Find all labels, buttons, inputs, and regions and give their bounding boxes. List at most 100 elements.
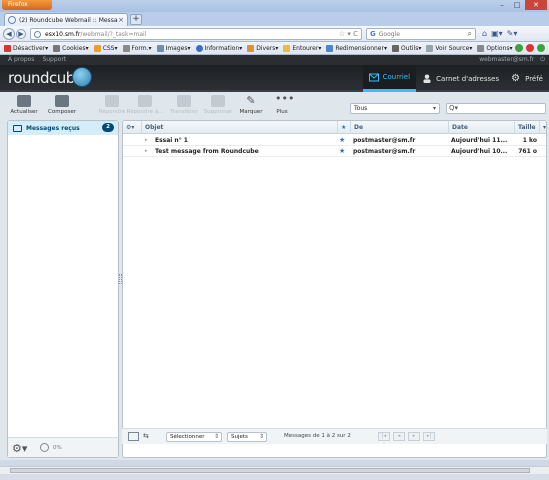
window-titlebar: Firefox – □ ✕ xyxy=(0,0,549,12)
bookmark-item[interactable]: Redimensionner ▾ xyxy=(326,44,387,52)
message-date: Aujourd'hui 11... xyxy=(451,137,508,144)
bookmark-item[interactable]: Voir Source ▾ xyxy=(426,44,472,52)
bookmark-item[interactable]: Désactiver ▾ xyxy=(4,44,48,52)
column-subject[interactable]: Objet xyxy=(141,121,337,134)
compose-icon xyxy=(55,95,69,107)
tab-close-icon[interactable]: × xyxy=(118,16,124,24)
column-from[interactable]: De xyxy=(350,121,448,134)
window-controls: – □ ✕ xyxy=(494,0,547,11)
new-tab-button[interactable]: + xyxy=(130,14,142,25)
about-link[interactable]: À propos xyxy=(8,56,34,63)
bookmark-item[interactable]: Entourer ▾ xyxy=(283,44,321,52)
last-page-icon[interactable]: ▸| xyxy=(423,432,435,441)
message-from: postmaster@sm.fr xyxy=(353,137,416,144)
task-addressbook[interactable]: Carnet d'adresses xyxy=(416,65,505,92)
message-subject: Test message from Roundcube xyxy=(155,148,259,155)
support-link[interactable]: Support xyxy=(42,56,66,63)
search-icon[interactable]: ⌕ xyxy=(468,29,472,39)
task-mail[interactable]: Courriel xyxy=(362,65,417,92)
message-count: Messages de 1 à 2 sur 2 xyxy=(284,433,351,439)
column-size[interactable]: Taille xyxy=(514,121,539,134)
message-row[interactable]: ▸ Essai n° 1 ★ postmaster@sm.fr Aujourd'… xyxy=(123,135,546,146)
close-window-icon[interactable]: ✕ xyxy=(525,0,547,10)
css-icon xyxy=(93,44,101,52)
bookmark-item[interactable]: Cookies ▾ xyxy=(53,44,89,52)
first-page-icon[interactable]: |◂ xyxy=(378,432,390,441)
thread-toggle-icon[interactable]: ⇆ xyxy=(143,432,154,441)
url-bar[interactable]: esx10.sm.fr /webmail/?_task=mail ☆ ▾ C xyxy=(30,28,362,40)
scrollbar-thumb[interactable] xyxy=(10,468,530,473)
layout-toggle-icon[interactable] xyxy=(128,432,139,441)
roundcube-topline: À propos Support webmaster@sm.fr ⏻ xyxy=(0,55,549,65)
browser-statusbar xyxy=(0,474,549,480)
search-placeholder: Google xyxy=(378,30,400,38)
refresh-button[interactable]: Actualiser xyxy=(4,95,44,115)
message-row[interactable]: ▸ Test message from Roundcube ★ postmast… xyxy=(123,146,546,157)
form-icon xyxy=(122,44,130,52)
flag-star-icon[interactable]: ★ xyxy=(339,135,345,146)
username: webmaster@sm.fr xyxy=(479,56,535,63)
forward-mail-icon xyxy=(177,95,191,107)
select-menu[interactable]: Sélectionner xyxy=(166,432,222,442)
more-dots-icon: ••• xyxy=(275,92,295,105)
firefox-menu-button[interactable]: Firefox xyxy=(2,0,52,10)
threads-menu[interactable]: Sujets xyxy=(227,432,267,442)
more-button[interactable]: ••• Plus xyxy=(262,92,302,115)
flag-star-icon[interactable]: ★ xyxy=(339,146,345,157)
list-options-icon[interactable]: ⚙▾ xyxy=(123,121,141,134)
compose-button[interactable]: Composer xyxy=(42,95,82,115)
mail-icon xyxy=(368,73,379,81)
downloads-icon[interactable]: ▣▾ xyxy=(491,29,503,38)
mail-search-input[interactable]: Q▾ xyxy=(446,103,546,114)
bookmark-item[interactable]: Information ▾ xyxy=(195,44,242,52)
folder-footer: ⚙▾ 0% xyxy=(8,437,118,457)
back-icon[interactable]: ◀ xyxy=(3,28,15,40)
horizontal-scrollbar[interactable] xyxy=(0,466,549,474)
prev-page-icon[interactable]: ◂ xyxy=(393,432,405,441)
valid-check-icon[interactable] xyxy=(515,44,523,52)
roundcube-logo-icon xyxy=(72,67,92,87)
minimize-icon[interactable]: – xyxy=(495,0,509,10)
refresh-icon xyxy=(17,95,31,107)
column-date[interactable]: Date xyxy=(448,121,514,134)
filter-select[interactable]: Tous xyxy=(350,103,440,114)
bookmark-item[interactable]: Divers ▾ xyxy=(247,44,278,52)
bookmark-item[interactable]: Outils ▾ xyxy=(391,44,421,52)
folder-inbox[interactable]: Messages reçus 2 xyxy=(8,121,118,135)
web-developer-toolbar: Désactiver ▾ Cookies ▾ CSS ▾ Form. ▾ Images ▾… xyxy=(0,42,549,55)
message-date: Aujourd'hui 10... xyxy=(451,148,508,155)
outline-icon xyxy=(283,44,291,52)
maximize-icon[interactable]: □ xyxy=(510,0,524,10)
tab-strip: (2) Roundcube Webmail :: Messages reçus … xyxy=(0,12,549,26)
reply-icon xyxy=(105,95,119,107)
home-icon[interactable]: ⌂ xyxy=(482,29,487,38)
bookmark-star-icon[interactable]: ☆ ▾ C xyxy=(339,30,358,38)
url-host: esx10.sm.fr xyxy=(45,30,81,38)
gear-icon: ⚙ xyxy=(511,73,521,84)
task-settings[interactable]: ⚙ Préfé xyxy=(505,65,549,92)
column-extra-icon[interactable]: ▾ xyxy=(539,121,546,134)
google-icon[interactable]: G xyxy=(370,30,376,38)
valid-check-icon[interactable] xyxy=(537,44,545,52)
forward-icon[interactable]: ▶ xyxy=(16,29,26,39)
tab-title: (2) Roundcube Webmail :: Messages reçus xyxy=(19,16,118,24)
addons-icon[interactable]: ✎▾ xyxy=(507,29,518,38)
folder-list-panel: Messages reçus 2 ⚙▾ 0% xyxy=(7,120,119,458)
web-search-input[interactable]: G Google ⌕ xyxy=(366,28,476,40)
reply-all-button[interactable]: Répondre à... xyxy=(125,95,165,115)
bookmark-item[interactable]: Options ▾ xyxy=(477,44,513,52)
bookmark-item[interactable]: CSS ▾ xyxy=(93,44,118,52)
bookmark-item[interactable]: Form. ▾ xyxy=(122,44,152,52)
bookmark-item[interactable]: Images ▾ xyxy=(156,44,191,52)
column-flag-star-icon[interactable]: ★ xyxy=(337,121,350,134)
browser-tab[interactable]: (2) Roundcube Webmail :: Messages reçus … xyxy=(4,13,128,26)
logout-icon[interactable]: ⏻ xyxy=(540,56,545,64)
site-identity-icon[interactable] xyxy=(34,30,41,38)
next-page-icon[interactable]: ▸ xyxy=(408,432,420,441)
folder-actions-gear-icon[interactable]: ⚙▾ xyxy=(12,442,27,455)
information-icon xyxy=(195,44,203,52)
view-source-icon xyxy=(426,44,434,52)
message-subject: Essai n° 1 xyxy=(155,137,188,144)
error-icon[interactable] xyxy=(526,44,534,52)
message-size: 761 o xyxy=(518,148,537,155)
